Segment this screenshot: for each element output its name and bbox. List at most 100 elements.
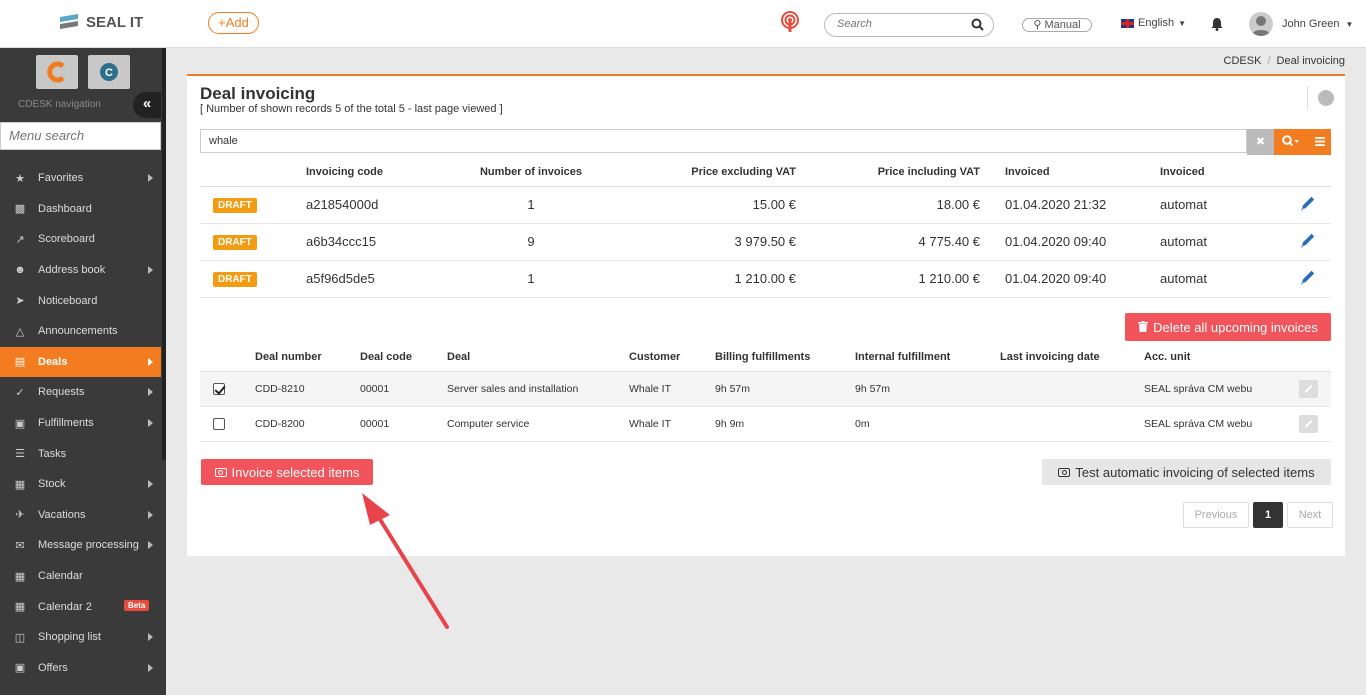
invoicing-code: a5f96d5de5 (306, 260, 456, 298)
invoiced-date: 01.04.2020 09:40 (980, 260, 1160, 298)
sidebar-item-dashboard[interactable]: ▩ Dashboard (0, 194, 161, 225)
filter-search-button[interactable] (1274, 129, 1308, 155)
col-deal-code[interactable]: Deal code (360, 344, 447, 372)
filter-field[interactable] (200, 129, 1247, 153)
divider (1307, 86, 1308, 110)
previous-page-button[interactable]: Previous (1183, 502, 1249, 528)
sidebar-item-label: Noticeboard (38, 294, 98, 307)
deal-number: CDD-8210 (255, 371, 360, 407)
sidebar-item-stock[interactable]: ▦ Stock (0, 469, 161, 500)
sidebar-item-vacations[interactable]: ✈ Vacations (0, 500, 161, 531)
sidebar-item-message-processing[interactable]: ✉ Message processing (0, 530, 161, 561)
col-last-invoicing-date[interactable]: Last invoicing date (1000, 344, 1144, 372)
col-billing-fulfillments[interactable]: Billing fulfillments (715, 344, 855, 372)
breadcrumb-current: Deal invoicing (1276, 55, 1345, 67)
breadcrumb: CDESK / Deal invoicing (1223, 55, 1345, 67)
uk-flag-icon (1121, 18, 1134, 28)
col-deal-number[interactable]: Deal number (255, 344, 360, 372)
sidebar-item-announcements[interactable]: △ Announcements (0, 316, 161, 347)
top-bar: SEAL IT +Add ⚲ Manual English ▼ John Gre… (0, 0, 1366, 48)
sidebar-item-calendar-2[interactable]: ▦ Calendar 2 Beta (0, 591, 161, 622)
money-icon (214, 467, 227, 477)
global-search-input[interactable] (837, 18, 967, 30)
price-including-vat: 18.00 € (796, 186, 980, 224)
delete-all-upcoming-invoices-button[interactable]: Delete all upcoming invoices (1125, 313, 1331, 341)
col-invoiced-by[interactable]: Invoiced (1160, 158, 1270, 187)
table-row[interactable]: CDD-8200 00001 Computer service Whale IT… (200, 406, 1331, 442)
avatar[interactable] (1249, 12, 1273, 36)
edit-icon[interactable] (1299, 379, 1318, 398)
row-checkbox[interactable] (213, 417, 225, 430)
cdesk-orange-logo[interactable] (36, 55, 78, 89)
breadcrumb-root[interactable]: CDESK (1224, 55, 1262, 67)
user-menu[interactable]: John Green ▼ (1282, 18, 1353, 30)
calendar-icon: ▦ (14, 601, 26, 614)
sidebar-item-label: Offers (38, 661, 68, 674)
edit-icon[interactable] (1299, 414, 1318, 433)
col-invoicing-code[interactable]: Invoicing code (306, 158, 456, 187)
app-logo[interactable]: SEAL IT (58, 13, 143, 31)
search-icon[interactable] (971, 18, 984, 34)
sidebar-item-noticeboard[interactable]: ➤ Noticeboard (0, 285, 161, 316)
table-row[interactable]: DRAFT a21854000d 1 15.00 € 18.00 € 01.04… (200, 186, 1331, 224)
col-deal[interactable]: Deal (447, 344, 629, 372)
table-row[interactable]: DRAFT a5f96d5de5 1 1 210.00 € 1 210.00 €… (200, 260, 1331, 298)
close-icon: ✖ (1255, 136, 1266, 148)
filter-input[interactable] (209, 135, 1109, 147)
chevron-right-icon (148, 357, 153, 366)
bell-icon[interactable] (1211, 17, 1223, 34)
col-customer[interactable]: Customer (629, 344, 715, 372)
sidebar-item-tasks[interactable]: ☰ Tasks (0, 438, 161, 469)
manual-button[interactable]: ⚲ Manual (1022, 18, 1092, 32)
sidebar-item-label: Tasks (38, 447, 67, 460)
col-acc-unit[interactable]: Acc. unit (1144, 344, 1284, 372)
col-internal-fulfillment[interactable]: Internal fulfillment (855, 344, 1000, 372)
page-button-current[interactable]: 1 (1253, 502, 1283, 528)
col-invoiced-date[interactable]: Invoiced (980, 158, 1160, 187)
sidebar-item-address-book[interactable]: ☻ Address book (0, 255, 161, 286)
cdesk-blue-logo[interactable]: C (88, 55, 130, 89)
sidebar-scrollbar[interactable] (162, 48, 166, 460)
test-invoicing-label: Test automatic invoicing of selected ite… (1075, 464, 1315, 480)
next-page-button[interactable]: Next (1287, 502, 1333, 528)
sidebar-item-scoreboard[interactable]: ↗ Scoreboard (0, 224, 161, 255)
archive-icon: ▦ (14, 478, 26, 491)
pencil-icon[interactable] (1299, 268, 1317, 289)
columns-menu-button[interactable] (1308, 129, 1331, 155)
col-price-including-vat[interactable]: Price including VAT (796, 158, 980, 187)
language-selector[interactable]: English ▼ (1121, 17, 1186, 29)
table-row[interactable]: DRAFT a6b34ccc15 9 3 979.50 € 4 775.40 €… (200, 223, 1331, 261)
col-price-excluding-vat[interactable]: Price excluding VAT (606, 158, 796, 187)
internal-fulfillment: 0m (855, 406, 1000, 442)
add-button[interactable]: +Add (208, 12, 259, 34)
row-checkbox[interactable] (213, 382, 225, 395)
invoicing-code: a21854000d (306, 186, 456, 224)
sidebar-item-favorites[interactable]: ★ Favorites (0, 163, 161, 194)
table-row[interactable]: CDD-8210 00001 Server sales and installa… (200, 371, 1331, 407)
sidebar-item-label: Requests (38, 386, 85, 399)
podcast-icon[interactable] (780, 11, 800, 33)
menu-search[interactable] (0, 122, 161, 150)
sidebar-item-offers[interactable]: ▣ Offers (0, 653, 161, 684)
test-automatic-invoicing-button[interactable]: Test automatic invoicing of selected ite… (1042, 459, 1331, 485)
menu-search-input[interactable] (9, 128, 159, 143)
global-search[interactable] (824, 13, 994, 37)
sidebar-item-shopping-list[interactable]: ◫ Shopping list (0, 622, 161, 653)
invoiced-date: 01.04.2020 21:32 (980, 186, 1160, 224)
line-chart-icon: ↗ (15, 233, 25, 246)
price-excluding-vat: 15.00 € (606, 186, 796, 224)
pencil-icon[interactable] (1299, 231, 1317, 252)
col-number-of-invoices[interactable]: Number of invoices (456, 158, 606, 187)
money-icon (1058, 467, 1071, 477)
pencil-icon[interactable] (1299, 194, 1317, 215)
sidebar-item-fulfillments[interactable]: ▣ Fulfillments (0, 408, 161, 439)
sidebar-item-deals[interactable]: ▤ Deals (0, 346, 161, 378)
settings-icon[interactable] (1318, 90, 1334, 106)
sidebar-item-requests[interactable]: ✓ Requests (0, 377, 161, 408)
invoice-selected-items-button[interactable]: Invoice selected items (201, 459, 373, 485)
collapse-sidebar-button[interactable]: « (133, 92, 161, 118)
last-invoicing-date (1000, 371, 1144, 407)
invoice-count: 9 (456, 223, 606, 261)
clear-filter-button[interactable]: ✖ (1247, 129, 1274, 155)
sidebar-item-calendar[interactable]: ▦ Calendar (0, 561, 161, 592)
